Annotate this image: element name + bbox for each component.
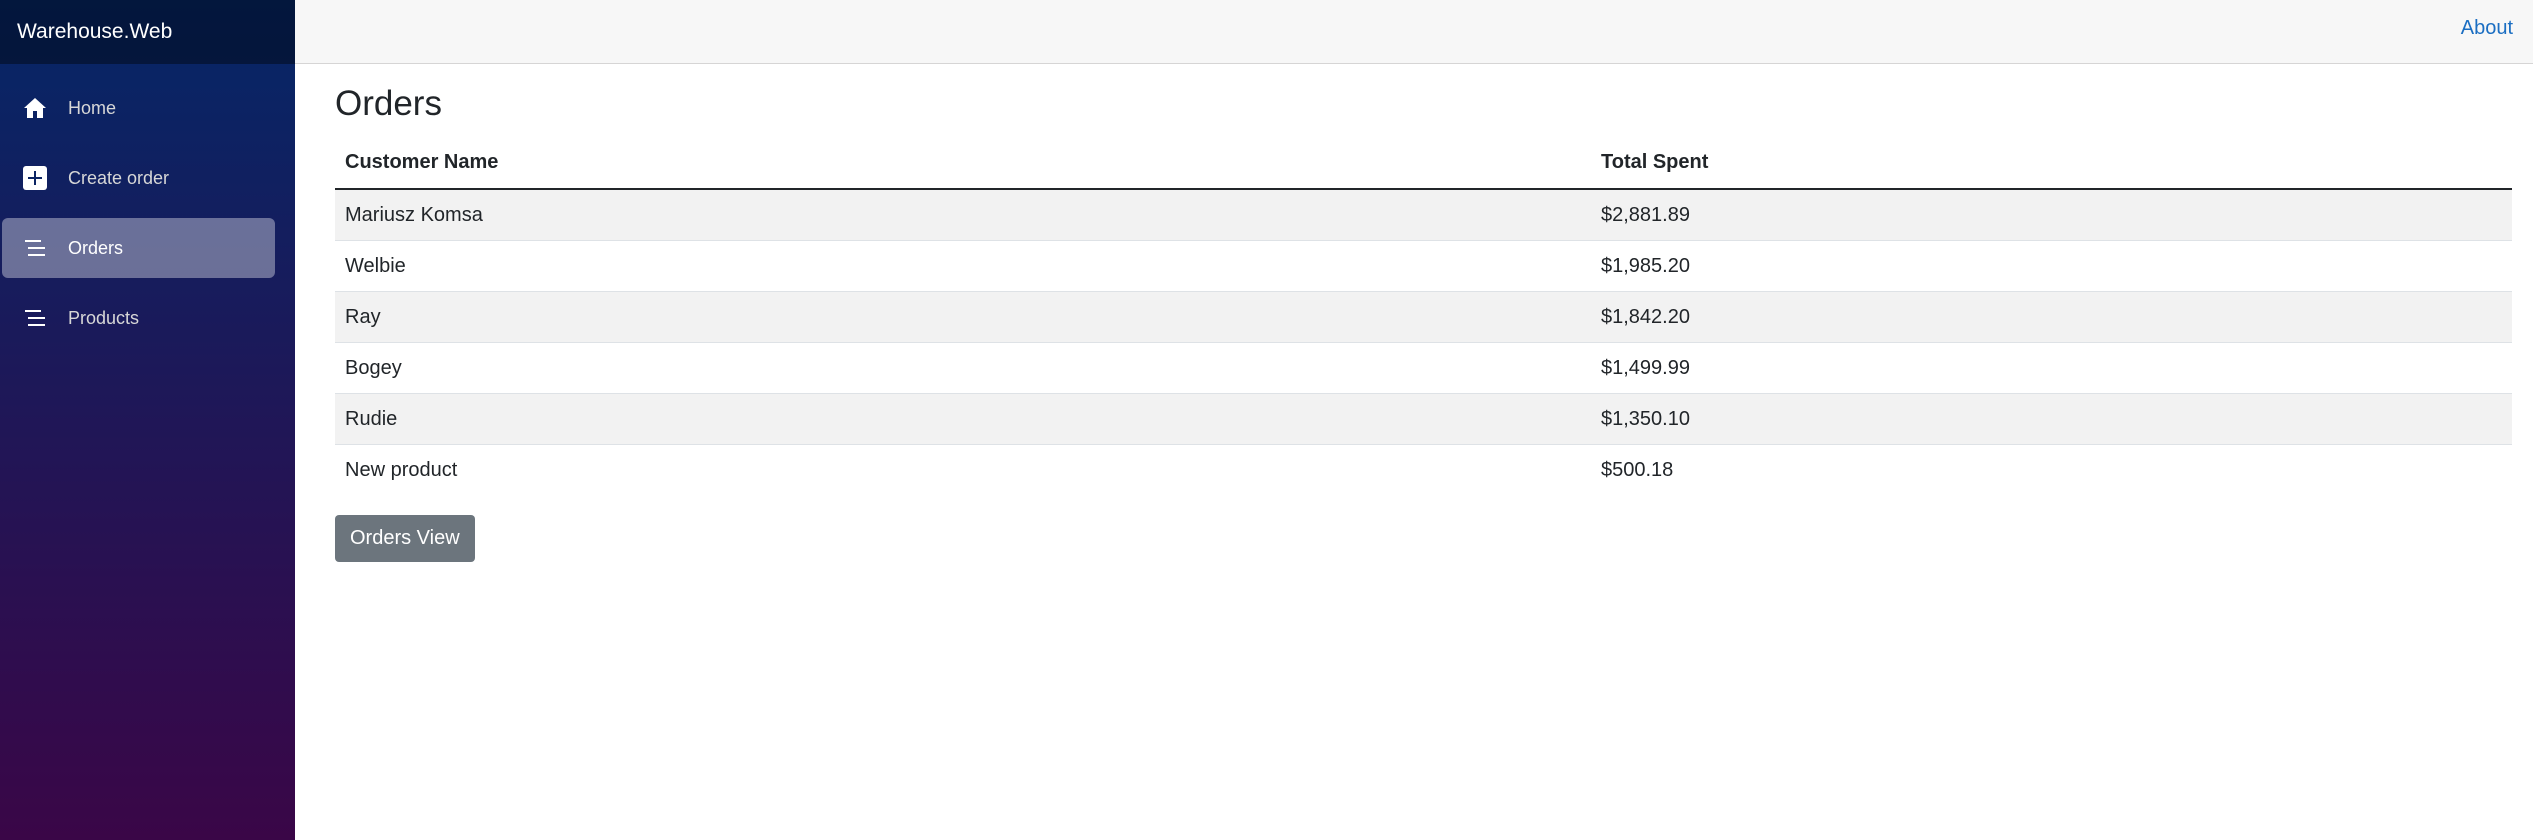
about-link[interactable]: About bbox=[2461, 17, 2513, 40]
customer-name-cell: Rudie bbox=[335, 393, 1591, 445]
list-icon bbox=[22, 305, 48, 331]
total-spent-cell: $1,985.20 bbox=[1591, 240, 2512, 292]
brand-link[interactable]: Warehouse.Web bbox=[17, 20, 172, 44]
table-row: Welbie $1,985.20 bbox=[335, 240, 2512, 292]
customer-name-cell: Ray bbox=[335, 291, 1591, 343]
table-header-row: Customer Name Total Spent bbox=[335, 136, 2512, 190]
customer-name-cell: New product bbox=[335, 444, 1591, 495]
sidebar-item-orders[interactable]: Orders bbox=[2, 218, 275, 278]
column-header-total-spent: Total Spent bbox=[1591, 136, 2512, 190]
customer-name-cell: Welbie bbox=[335, 240, 1591, 292]
table-row: Ray $1,842.20 bbox=[335, 291, 2512, 343]
plus-icon bbox=[22, 165, 48, 191]
sidebar-item-label: Orders bbox=[68, 237, 124, 258]
sidebar-item-label: Home bbox=[68, 97, 117, 118]
orders-view-button[interactable]: Orders View bbox=[335, 515, 475, 562]
sidebar-item-create-order[interactable]: Create order bbox=[2, 148, 275, 208]
total-spent-cell: $1,499.99 bbox=[1591, 342, 2512, 394]
sidebar-item-products[interactable]: Products bbox=[2, 288, 275, 348]
top-bar: About bbox=[295, 0, 2533, 64]
brand-bar: Warehouse.Web bbox=[0, 0, 295, 64]
customer-name-cell: Mariusz Komsa bbox=[335, 188, 1591, 241]
list-icon bbox=[22, 235, 48, 261]
sidebar-item-label: Products bbox=[68, 307, 140, 328]
total-spent-cell: $1,842.20 bbox=[1591, 291, 2512, 343]
customer-name-cell: Bogey bbox=[335, 342, 1591, 394]
page-title: Orders bbox=[335, 84, 442, 123]
total-spent-cell: $1,350.10 bbox=[1591, 393, 2512, 445]
table-row: Mariusz Komsa $2,881.89 bbox=[335, 188, 2512, 241]
table-row: New product $500.18 bbox=[335, 444, 2512, 495]
home-icon bbox=[22, 95, 48, 121]
total-spent-cell: $500.18 bbox=[1591, 444, 2512, 495]
table-row: Rudie $1,350.10 bbox=[335, 393, 2512, 445]
column-header-customer-name: Customer Name bbox=[335, 136, 1591, 190]
table-row: Bogey $1,499.99 bbox=[335, 342, 2512, 394]
orders-table: Customer Name Total Spent Mariusz Komsa … bbox=[335, 136, 2512, 495]
sidebar: Warehouse.Web Home Create order Orders P… bbox=[0, 0, 295, 840]
total-spent-cell: $2,881.89 bbox=[1591, 188, 2512, 241]
sidebar-nav: Home Create order Orders Products bbox=[0, 64, 295, 348]
main-content: Orders Customer Name Total Spent Mariusz… bbox=[335, 64, 2513, 562]
sidebar-item-home[interactable]: Home bbox=[2, 78, 275, 138]
sidebar-item-label: Create order bbox=[68, 167, 170, 188]
